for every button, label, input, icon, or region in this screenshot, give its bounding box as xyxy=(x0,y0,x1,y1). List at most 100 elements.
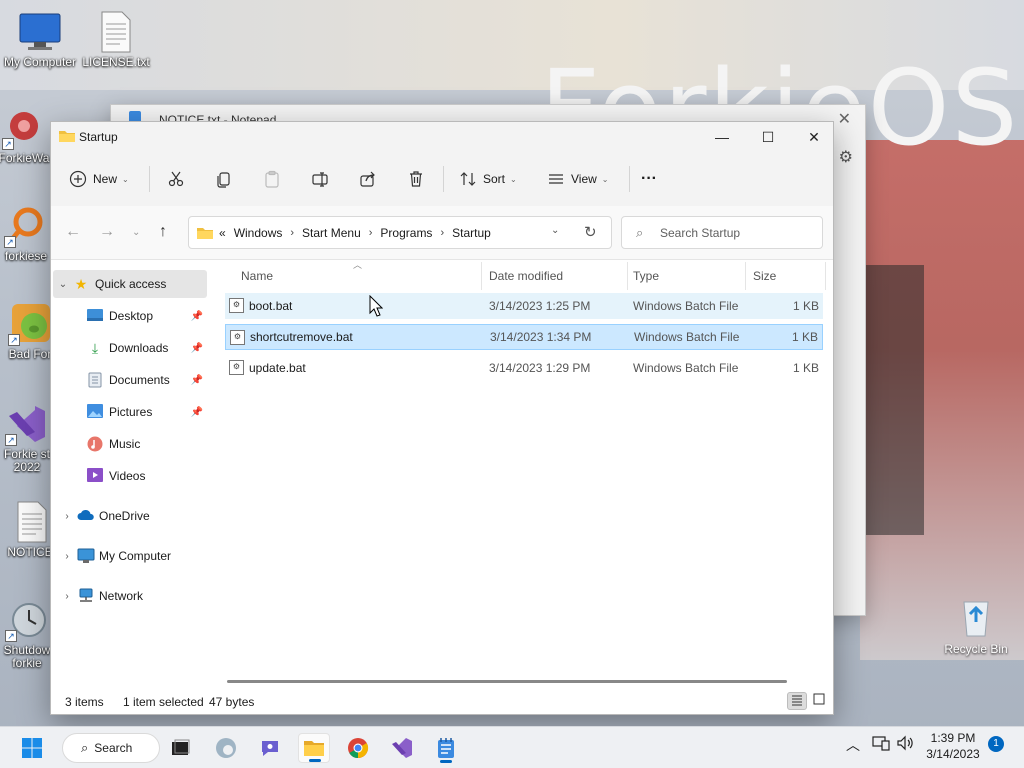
close-button[interactable]: ✕ xyxy=(791,122,837,152)
back-arrow-icon[interactable]: ← xyxy=(65,223,81,241)
table-row[interactable]: ⚙ update.bat 3/14/2023 1:29 PM Windows B… xyxy=(225,355,823,381)
shortcut-arrow-icon: ↗ xyxy=(5,630,17,642)
task-view-button[interactable] xyxy=(164,733,196,763)
column-divider[interactable] xyxy=(745,262,746,290)
taskbar-notepad[interactable] xyxy=(430,733,462,763)
taskbar-search[interactable]: ⌕ Search xyxy=(62,733,160,763)
taskbar-visual-studio[interactable] xyxy=(386,733,418,763)
start-button[interactable] xyxy=(16,733,48,763)
sidebar-item-documents[interactable]: Documents 📌 xyxy=(51,366,207,394)
taskbar-edge[interactable] xyxy=(210,733,242,763)
more-options-button[interactable]: ··· xyxy=(641,164,657,194)
cut-button[interactable] xyxy=(167,164,191,194)
sidebar-item-onedrive[interactable]: › OneDrive xyxy=(51,502,207,530)
pin-icon[interactable]: 📌 xyxy=(191,375,203,386)
desktop-icon-recycle-bin[interactable]: Recycle Bin xyxy=(940,596,1012,656)
column-divider[interactable] xyxy=(481,262,482,290)
clock-icon: ↗ xyxy=(5,598,49,642)
sidebar-item-music[interactable]: Music xyxy=(51,430,207,458)
breadcrumb-item-startup[interactable]: Startup xyxy=(452,226,491,240)
address-bar[interactable]: « Windows › Start Menu › Programs › Star… xyxy=(188,216,612,249)
list-view-icon xyxy=(547,170,565,188)
sort-button[interactable]: Sort ⌄ xyxy=(459,164,517,194)
table-row[interactable]: ⚙ boot.bat 3/14/2023 1:25 PM Windows Bat… xyxy=(225,293,823,319)
chevron-right-icon[interactable]: › xyxy=(57,551,77,562)
sidebar-item-downloads[interactable]: ⤓ Downloads 📌 xyxy=(51,334,207,362)
sidebar-item-pictures[interactable]: Pictures 📌 xyxy=(51,398,207,426)
breadcrumb: « Windows › Start Menu › Programs › Star… xyxy=(197,226,491,240)
breadcrumb-overflow[interactable]: « xyxy=(219,226,226,240)
column-divider[interactable] xyxy=(627,262,628,290)
delete-button[interactable] xyxy=(407,164,431,194)
chevron-up-icon[interactable]: ︿ xyxy=(846,735,860,755)
tiles-view-button[interactable] xyxy=(809,692,829,710)
taskbar-teams-chat[interactable] xyxy=(254,733,286,763)
volume-icon[interactable] xyxy=(896,735,914,754)
column-header-name[interactable]: Name xyxy=(241,260,273,292)
notification-badge[interactable]: 1 xyxy=(988,736,1004,752)
copy-icon xyxy=(215,170,233,188)
table-row[interactable]: ⚙ shortcutremove.bat 3/14/2023 1:34 PM W… xyxy=(225,324,823,350)
pin-icon[interactable]: 📌 xyxy=(191,407,203,418)
text-file-icon xyxy=(8,500,52,544)
pin-icon[interactable]: 📌 xyxy=(191,343,203,354)
taskbar-chrome[interactable] xyxy=(342,733,374,763)
sidebar-item-my-computer[interactable]: › My Computer xyxy=(51,542,207,570)
horizontal-scrollbar[interactable] xyxy=(227,680,787,683)
view-button[interactable]: View ⌄ xyxy=(547,164,609,194)
paste-button[interactable] xyxy=(263,164,287,194)
minimize-button[interactable]: — xyxy=(699,122,745,152)
title-bar[interactable]: Startup — ☐ ✕ xyxy=(51,122,833,152)
cloud-icon xyxy=(77,508,94,524)
chevron-right-icon[interactable]: › xyxy=(57,511,77,522)
new-button[interactable]: New ⌄ xyxy=(69,164,129,194)
breadcrumb-item-windows[interactable]: Windows xyxy=(234,226,283,240)
file-date: 3/14/2023 1:34 PM xyxy=(490,330,592,344)
monitor-icon xyxy=(77,548,95,564)
gear-icon[interactable]: ⚙ xyxy=(839,147,853,167)
column-header-type[interactable]: Type xyxy=(633,260,659,292)
taskbar-clock[interactable]: 1:39 PM 3/14/2023 xyxy=(916,730,990,762)
copy-button[interactable] xyxy=(215,164,239,194)
file-list: ︿ Name Date modified Type Size ⚙ boot.ba… xyxy=(221,260,833,680)
refresh-icon[interactable]: ↻ xyxy=(584,223,597,241)
up-arrow-icon[interactable]: ↑ xyxy=(159,223,167,241)
sidebar-item-videos[interactable]: Videos xyxy=(51,462,207,490)
recent-locations-chevron-icon[interactable]: ⌄ xyxy=(132,227,140,238)
chevron-down-icon[interactable]: ⌄ xyxy=(53,279,73,290)
sidebar-item-network[interactable]: › Network xyxy=(51,582,207,610)
sidebar-item-quick-access[interactable]: ⌄ ★ Quick access xyxy=(53,270,207,298)
sidebar-item-desktop[interactable]: Desktop 📌 xyxy=(51,302,207,330)
maximize-button[interactable]: ☐ xyxy=(745,122,791,152)
desktop-icon-my-computer[interactable]: My Computer xyxy=(2,10,78,69)
batch-file-icon: ⚙ xyxy=(229,360,244,375)
network-tray-icon[interactable] xyxy=(872,735,890,754)
taskbar-file-explorer[interactable] xyxy=(298,733,330,763)
forward-arrow-icon[interactable]: → xyxy=(99,223,115,241)
file-explorer-window[interactable]: Startup — ☐ ✕ New ⌄ Sort ⌄ View ⌄ ··· ← … xyxy=(50,121,834,715)
chevron-right-icon[interactable]: › xyxy=(57,591,77,602)
column-divider[interactable] xyxy=(825,262,826,290)
pin-icon[interactable]: 📌 xyxy=(191,311,203,322)
star-icon: ★ xyxy=(74,276,88,292)
search-box[interactable]: ⌕ xyxy=(621,216,823,249)
share-button[interactable] xyxy=(359,164,383,194)
details-view-button[interactable] xyxy=(787,692,807,710)
desktop-icon-license[interactable]: LICENSE.txt xyxy=(78,10,154,69)
column-header-size[interactable]: Size xyxy=(753,260,776,292)
breadcrumb-item-programs[interactable]: Programs xyxy=(380,226,432,240)
file-size: 1 KB xyxy=(792,361,819,375)
shortcut-arrow-icon: ↗ xyxy=(2,138,14,150)
rename-button[interactable] xyxy=(311,164,335,194)
breadcrumb-item-start-menu[interactable]: Start Menu xyxy=(302,226,361,240)
chevron-down-icon[interactable]: ⌄ xyxy=(551,225,559,236)
chevron-right-icon[interactable]: › xyxy=(290,227,294,239)
file-date: 3/14/2023 1:25 PM xyxy=(489,299,591,313)
column-header-date[interactable]: Date modified xyxy=(489,260,563,292)
document-icon xyxy=(87,372,103,388)
search-input[interactable] xyxy=(660,224,810,242)
chevron-right-icon[interactable]: › xyxy=(440,227,444,239)
chevron-right-icon[interactable]: › xyxy=(369,227,373,239)
close-icon[interactable]: ✕ xyxy=(838,109,851,129)
sidebar-item-label: Network xyxy=(99,589,144,603)
